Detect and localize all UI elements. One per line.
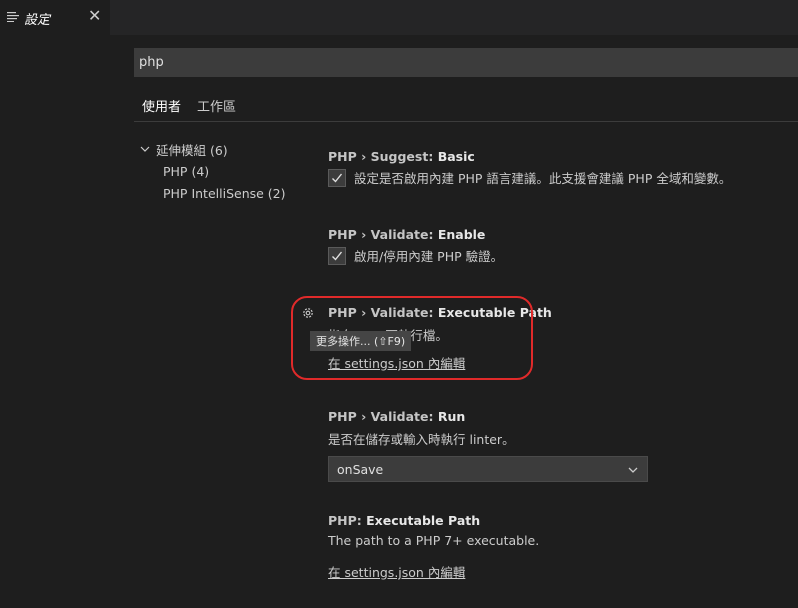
- edit-in-settings-json-link[interactable]: 在 settings.json 內編輯: [328, 353, 552, 372]
- setting-php-validate-enable: PHP › Validate: Enable 啟用/停用內建 PHP 驗證。: [328, 227, 503, 265]
- settings-search-box[interactable]: [134, 48, 798, 77]
- toc-item-php[interactable]: PHP (4): [138, 160, 286, 182]
- setting-description: 設定是否啟用內建 PHP 語言建議。此支援會建議 PHP 全域和變數。: [354, 171, 732, 186]
- setting-title: PHP › Validate: Run: [328, 409, 648, 424]
- scope-tabs: 使用者 工作區: [142, 96, 252, 122]
- setting-category: PHP › Validate:: [328, 305, 438, 320]
- setting-name: Run: [437, 409, 466, 424]
- settings-search-input[interactable]: [139, 48, 779, 77]
- tab-workspace[interactable]: 工作區: [197, 96, 236, 122]
- settings-toc: 延伸模組 (6) PHP (4) PHP IntelliSense (2): [138, 138, 286, 204]
- setting-description: 啟用/停用內建 PHP 驗證。: [354, 249, 504, 264]
- settings-tab[interactable]: 設定 ✕: [0, 0, 110, 35]
- gear-icon[interactable]: [301, 306, 315, 320]
- validate-run-select[interactable]: onSave: [328, 456, 648, 482]
- setting-name: Executable Path: [437, 305, 552, 320]
- editor-tab-bar: 設定 ✕: [0, 0, 798, 35]
- setting-title: PHP › Validate: Enable: [328, 227, 503, 242]
- validate-enable-checkbox[interactable]: [328, 246, 346, 265]
- setting-title: PHP: Executable Path: [328, 513, 539, 528]
- toc-item-php-intellisense[interactable]: PHP IntelliSense (2): [138, 182, 286, 204]
- tab-user[interactable]: 使用者: [142, 96, 182, 122]
- setting-php-validate-run: PHP › Validate: Run 是否在儲存或輸入時執行 linter。 …: [328, 409, 648, 482]
- setting-description: The path to a PHP 7+ executable.: [328, 533, 540, 548]
- setting-checkbox-row: 設定是否啟用內建 PHP 語言建議。此支援會建議 PHP 全域和變數。: [328, 168, 731, 187]
- setting-category: PHP › Validate:: [328, 409, 438, 424]
- tab-title: 設定: [24, 13, 51, 28]
- setting-description: 是否在儲存或輸入時執行 linter。: [328, 432, 515, 447]
- setting-php-suggest-basic: PHP › Suggest: Basic 設定是否啟用內建 PHP 語言建議。此…: [328, 149, 731, 187]
- header-divider: [134, 121, 798, 122]
- setting-title: PHP › Validate: Executable Path: [328, 305, 552, 320]
- select-value: onSave: [337, 461, 384, 477]
- checkmark-icon: [332, 251, 343, 261]
- setting-title: PHP › Suggest: Basic: [328, 149, 731, 164]
- suggest-basic-checkbox[interactable]: [328, 168, 346, 187]
- more-actions-tooltip: 更多操作... (⇧F9): [310, 331, 412, 351]
- chevron-down-icon: [140, 146, 150, 152]
- toc-group-label: 延伸模組 (6): [156, 142, 228, 158]
- toc-group-extensions[interactable]: 延伸模組 (6): [138, 138, 286, 160]
- setting-checkbox-row: 啟用/停用內建 PHP 驗證。: [328, 246, 503, 265]
- setting-name: Basic: [437, 149, 475, 164]
- setting-name: Executable Path: [366, 513, 481, 528]
- setting-category: PHP › Validate:: [328, 227, 438, 242]
- chevron-down-icon: [628, 467, 638, 473]
- setting-php-executable-path: PHP: Executable Path The path to a PHP 7…: [328, 513, 539, 581]
- close-icon[interactable]: ✕: [88, 6, 101, 25]
- settings-list-icon: [7, 12, 19, 22]
- edit-in-settings-json-link[interactable]: 在 settings.json 內編輯: [328, 562, 539, 581]
- checkmark-icon: [332, 173, 343, 183]
- setting-category: PHP:: [328, 513, 367, 528]
- setting-name: Enable: [437, 227, 486, 242]
- setting-category: PHP › Suggest:: [328, 149, 438, 164]
